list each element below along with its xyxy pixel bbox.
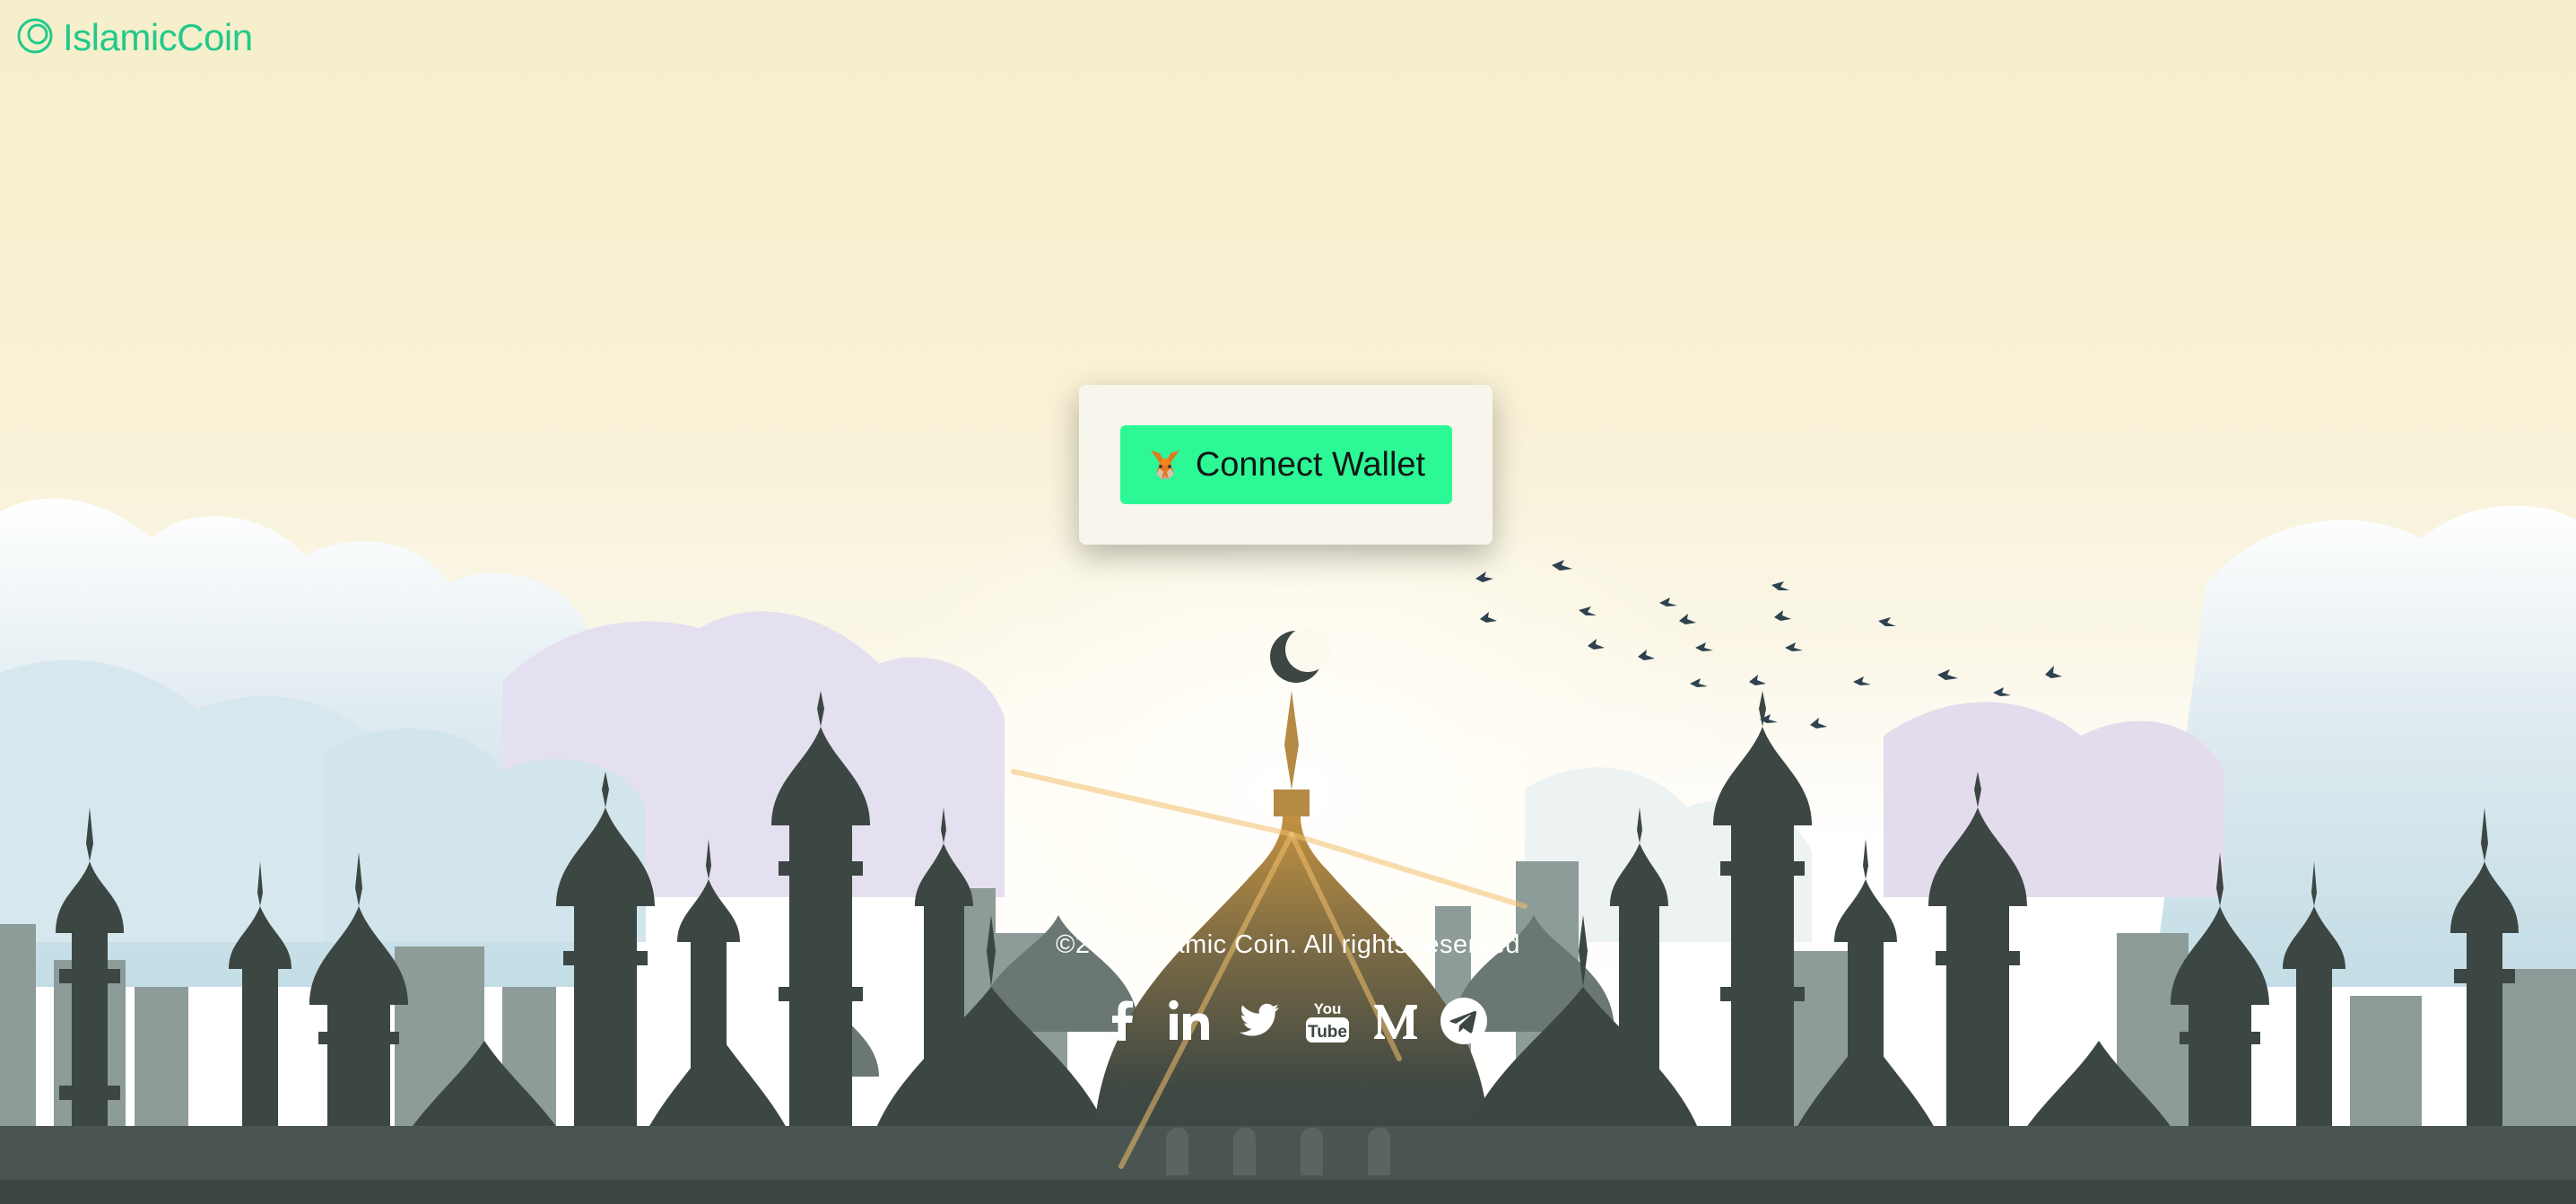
brand-name: IslamicCoin [63,16,253,58]
telegram-link[interactable] [1439,996,1489,1046]
svg-text:Tube: Tube [1308,1023,1347,1042]
connect-wallet-button[interactable]: Connect Wallet [1120,425,1452,504]
telegram-icon [1440,998,1487,1044]
twitter-link[interactable] [1234,996,1284,1046]
linkedin-icon [1169,999,1209,1040]
medium-icon [1374,1005,1417,1039]
linkedin-link[interactable] [1166,996,1216,1046]
brand-logo[interactable]: IslamicCoin [16,16,253,59]
youtube-link[interactable]: You Tube [1302,996,1353,1046]
metamask-fox-icon [1147,447,1183,483]
connect-wallet-card: Connect Wallet [1079,385,1493,545]
twitter-icon [1240,1003,1279,1036]
copyright-text: ©2022 Islamic Coin. All rights reserved [1056,930,1520,959]
islamic-coin-logo-icon [16,17,54,59]
svg-text:You: You [1314,1000,1342,1017]
youtube-icon: You Tube [1306,1000,1349,1043]
social-links: You Tube [1098,996,1489,1046]
medium-link[interactable] [1371,996,1421,1046]
facebook-link[interactable] [1098,996,1148,1046]
connect-wallet-label: Connect Wallet [1195,445,1426,484]
facebook-icon [1112,1000,1133,1041]
